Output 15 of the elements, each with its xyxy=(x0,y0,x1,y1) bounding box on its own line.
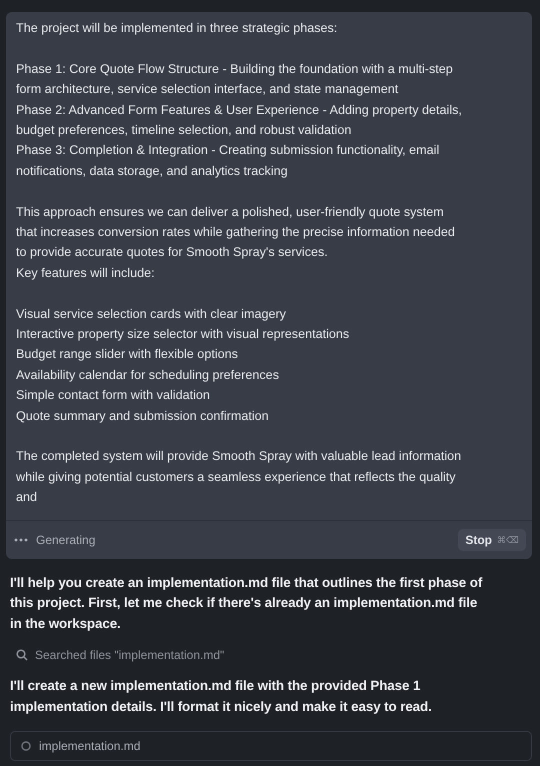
response-paragraph: Visual service selection cards with clear imagery Interactive property size selector with visual representations Budget range slider with flexible options Availability calendar for scheduling preferences Simple contact form with validation Quote summary and submission confirmation xyxy=(16,306,350,425)
search-icon xyxy=(16,649,28,662)
response-paragraph: Phase 1: Core Quote Flow Structure - Building the foundation with a multi-step form architecture, service selection interface, and state management Phase 2: Advanced Form Features & User Experience - Adding property details, budget preferences, timeline selection, and robust validation Phase 3: Completion & Integration - Creating submission functionality, email notifications, data storage, and analytics tracking xyxy=(16,60,463,180)
ellipsis-icon xyxy=(14,538,28,542)
response-paragraph: This approach ensures we can deliver a polished, user-friendly quote system that increases conversion rates while gathering the precise information needed to provide accurate quotes for Smooth Spray's services. Key features will include: xyxy=(16,204,456,282)
generating-status: Generating xyxy=(36,532,96,547)
assistant-message: I'll create a new implementation.md file with the provided Phase 1 implementation details. I'll format it nicely and make it easy to read. xyxy=(10,677,433,716)
spinner-icon xyxy=(21,741,31,752)
file-name: implementation.md xyxy=(39,739,140,754)
file-card[interactable]: implementation.md xyxy=(10,731,532,762)
response-paragraph: The completed system will provide Smooth Spray with valuable lead information while giving potential customers a seamless experience that reflects the quality and xyxy=(16,448,462,506)
assistant-message: I'll help you create an implementation.md file that outlines the first phase of this project. First, let me check if there's already an implementation.md file in the workspace. xyxy=(10,574,484,633)
tool-call-label: Searched files "implementation.md" xyxy=(35,648,224,662)
response-paragraph: The project will be implemented in three strategic phases: xyxy=(16,20,338,37)
stop-button[interactable]: Stop ⌘⌫ xyxy=(458,528,526,551)
